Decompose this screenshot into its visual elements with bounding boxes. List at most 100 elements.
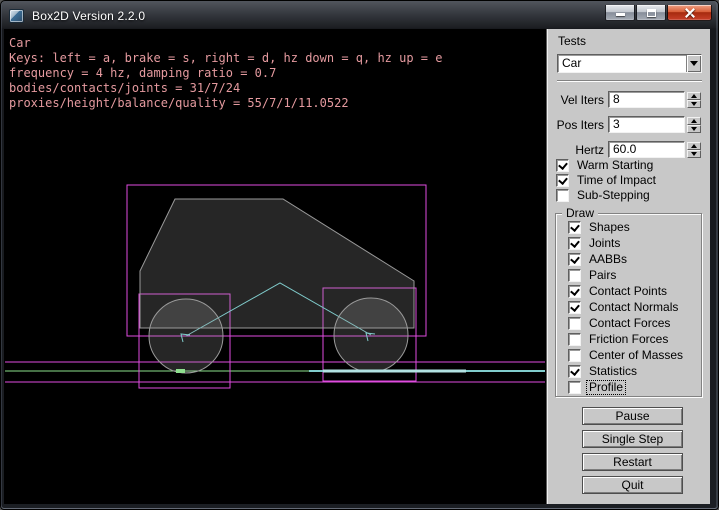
control-panel: Tests Car Vel Iters 8 Pos Iters 3 Hertz [546, 29, 710, 504]
checkbox-row-joints[interactable]: Joints [568, 237, 685, 250]
left-wheel-shape [149, 299, 223, 373]
checkbox-label: Pairs [587, 269, 618, 282]
spinner-down-button[interactable] [687, 150, 701, 158]
checkbox-center-of-masses[interactable] [568, 349, 581, 362]
checkbox-label: Shapes [587, 221, 632, 234]
checkbox-row-contact-points[interactable]: Contact Points [568, 285, 685, 298]
vel-iters-input[interactable]: 8 [608, 91, 685, 108]
hertz-input[interactable]: 60.0 [608, 141, 685, 158]
info-line: Car [9, 36, 442, 51]
close-icon [684, 7, 696, 19]
spinner-section: Vel Iters 8 Pos Iters 3 Hertz 60.0 [547, 91, 707, 166]
checkbox-contact-points[interactable] [568, 285, 581, 298]
checkbox-warm-starting[interactable] [556, 159, 569, 172]
client-area: CarKeys: left = a, brake = s, right = d,… [4, 29, 710, 504]
checkbox-label: AABBs [587, 253, 629, 266]
titlebar[interactable]: Box2D Version 2.2.0 [5, 3, 714, 29]
window-title: Box2D Version 2.2.0 [32, 9, 145, 23]
contact-point-marker [176, 369, 185, 373]
checkbox-row-sub-stepping[interactable]: Sub-Stepping [556, 189, 658, 202]
quit-button[interactable]: Quit [582, 476, 683, 494]
spinner-row-pos-iters: Pos Iters 3 [547, 116, 707, 133]
right-wheel-shape [334, 298, 408, 372]
spinner-label: Vel Iters [547, 93, 604, 107]
checkbox-label: Friction Forces [587, 333, 670, 346]
simulation-canvas[interactable]: CarKeys: left = a, brake = s, right = d,… [4, 29, 546, 504]
checkbox-aabbs[interactable] [568, 253, 581, 266]
checkbox-row-time-of-impact[interactable]: Time of Impact [556, 174, 658, 187]
tests-dropdown-value: Car [558, 56, 686, 71]
spinner-row-hertz: Hertz 60.0 [547, 141, 707, 158]
checkbox-label: Contact Forces [587, 317, 672, 330]
maximize-icon [647, 9, 656, 17]
checkbox-label: Warm Starting [575, 159, 655, 172]
close-button[interactable] [667, 5, 712, 21]
checkbox-row-shapes[interactable]: Shapes [568, 221, 685, 234]
checkbox-row-statistics[interactable]: Statistics [568, 365, 685, 378]
spinner-down-button[interactable] [687, 100, 701, 108]
info-line: proxies/height/balance/quality = 55/7/1/… [9, 96, 442, 111]
checkbox-label: Contact Normals [587, 301, 680, 314]
checkbox-row-center-of-masses[interactable]: Center of Masses [568, 349, 685, 362]
spinner-down-button[interactable] [687, 125, 701, 133]
checkbox-row-friction-forces[interactable]: Friction Forces [568, 333, 685, 346]
checkbox-label: Sub-Stepping [575, 189, 652, 202]
checkbox-contact-normals[interactable] [568, 301, 581, 314]
checkbox-row-contact-normals[interactable]: Contact Normals [568, 301, 685, 314]
minimize-button[interactable] [605, 5, 635, 21]
pause-button[interactable]: Pause [582, 407, 683, 425]
spinner-up-button[interactable] [687, 92, 701, 100]
info-line: Keys: left = a, brake = s, right = d, hz… [9, 51, 442, 66]
app-icon [9, 9, 24, 23]
checkbox-profile[interactable] [568, 381, 581, 394]
tests-dropdown-button[interactable] [686, 55, 701, 72]
spinner-buttons [687, 142, 701, 158]
spinner-row-vel-iters: Vel Iters 8 [547, 91, 707, 108]
checkbox-friction-forces[interactable] [568, 333, 581, 346]
checkbox-row-pairs[interactable]: Pairs [568, 269, 685, 282]
spinner-up-button[interactable] [687, 142, 701, 150]
single-step-button[interactable]: Single Step [582, 430, 683, 448]
checkbox-contact-forces[interactable] [568, 317, 581, 330]
restart-button[interactable]: Restart [582, 453, 683, 471]
spinner-label: Pos Iters [547, 118, 604, 132]
tests-label: Tests [558, 34, 586, 48]
checkbox-label: Contact Points [587, 285, 669, 298]
checkbox-time-of-impact[interactable] [556, 174, 569, 187]
info-line: bodies/contacts/joints = 31/7/24 [9, 81, 442, 96]
checkbox-row-warm-starting[interactable]: Warm Starting [556, 159, 658, 172]
screen: Box2D Version 2.2.0 [0, 0, 719, 510]
checkbox-row-aabbs[interactable]: AABBs [568, 253, 685, 266]
solver-checkboxes: Warm Starting Time of Impact Sub-Steppin… [556, 159, 658, 204]
draw-group-title: Draw [562, 207, 598, 220]
spinner-up-button[interactable] [687, 117, 701, 125]
sim-info-text: CarKeys: left = a, brake = s, right = d,… [9, 36, 442, 111]
checkbox-row-contact-forces[interactable]: Contact Forces [568, 317, 685, 330]
tests-dropdown[interactable]: Car [557, 54, 702, 73]
window-controls [605, 5, 712, 21]
spinner-buttons [687, 117, 701, 133]
checkbox-label: Profile [587, 381, 625, 394]
checkbox-label: Time of Impact [575, 174, 658, 187]
pos-iters-input[interactable]: 3 [608, 116, 685, 133]
checkbox-label: Statistics [587, 365, 639, 378]
separator [557, 80, 702, 82]
checkbox-joints[interactable] [568, 237, 581, 250]
chevron-down-icon [690, 61, 698, 66]
app-window: Box2D Version 2.2.0 [0, 0, 719, 510]
spinner-label: Hertz [547, 143, 604, 157]
checkbox-row-profile[interactable]: Profile [568, 381, 685, 394]
spinner-buttons [687, 92, 701, 108]
draw-checkboxes: Shapes Joints AABBs Pairs Contact Points… [568, 221, 685, 397]
draw-group: Draw Shapes Joints AABBs Pairs Contact P… [555, 213, 702, 397]
checkbox-sub-stepping[interactable] [556, 189, 569, 202]
checkbox-statistics[interactable] [568, 365, 581, 378]
checkbox-label: Center of Masses [587, 349, 685, 362]
checkbox-label: Joints [587, 237, 622, 250]
action-buttons: Pause Single Step Restart Quit [582, 407, 683, 499]
info-line: frequency = 4 hz, damping ratio = 0.7 [9, 66, 442, 81]
minimize-icon [616, 13, 625, 16]
maximize-button[interactable] [636, 5, 666, 21]
checkbox-pairs[interactable] [568, 269, 581, 282]
checkbox-shapes[interactable] [568, 221, 581, 234]
